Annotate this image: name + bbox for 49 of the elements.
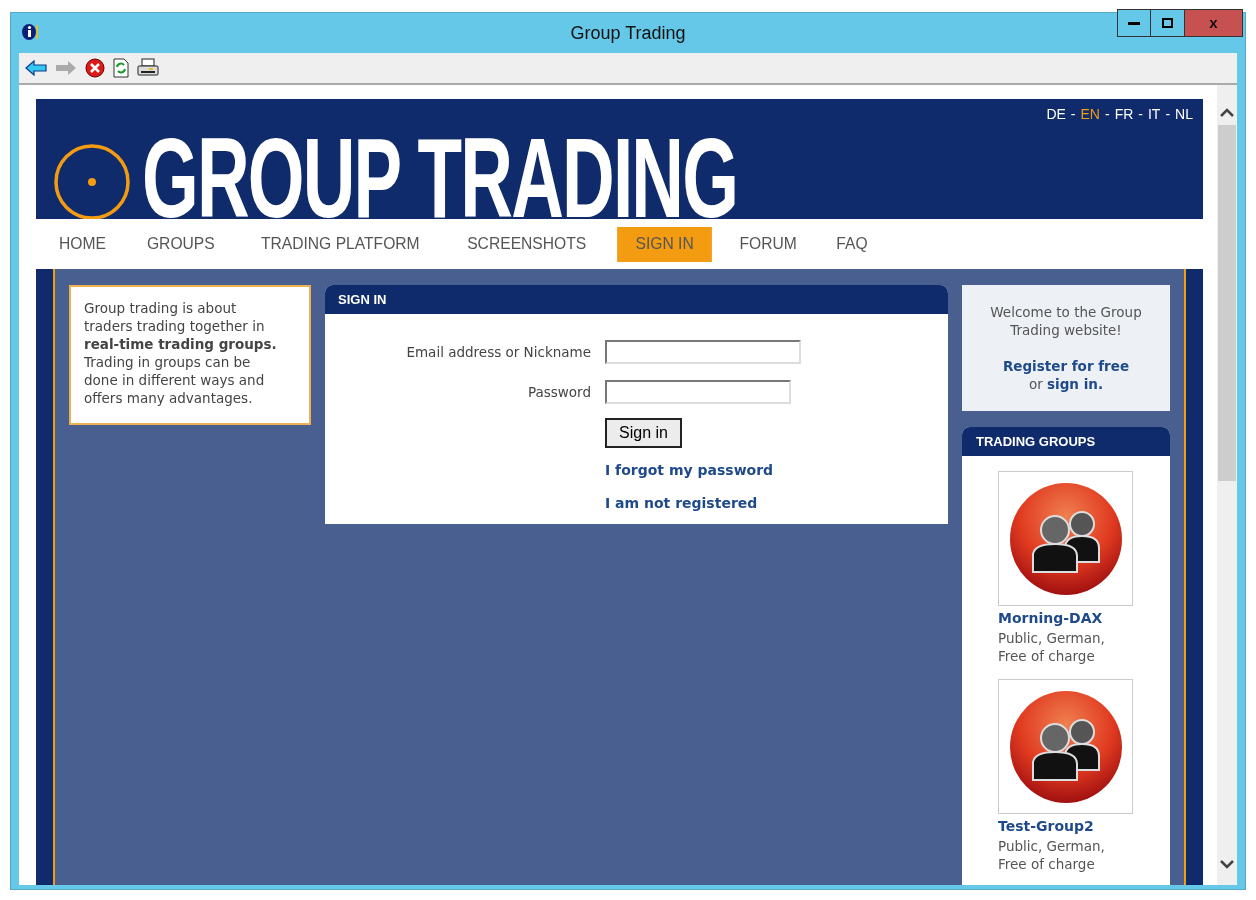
back-arrow-icon[interactable] xyxy=(25,60,47,76)
group-description: Public, German, Free of charge xyxy=(998,629,1106,665)
nav-tab[interactable]: GROUPS xyxy=(133,226,229,262)
refresh-icon[interactable] xyxy=(113,58,129,78)
field-label: Email address or Nickname xyxy=(405,342,591,362)
separator-text: - xyxy=(1138,105,1143,124)
group-link[interactable]: Morning-DAX xyxy=(998,608,1103,629)
nav-tab[interactable]: FAQ xyxy=(822,226,882,262)
close-button[interactable]: x xyxy=(1185,9,1243,37)
scroll-up-icon[interactable] xyxy=(1220,107,1234,117)
separator-text: - xyxy=(1070,105,1076,124)
separator-text: - xyxy=(1165,105,1171,124)
register-link[interactable]: Register for free xyxy=(970,357,1162,375)
input-field[interactable] xyxy=(605,380,791,404)
language-link[interactable]: EN xyxy=(1080,104,1100,125)
nav-tab[interactable]: HOME xyxy=(45,226,120,262)
nav-tab[interactable]: SCREENSHOTS xyxy=(453,226,601,262)
nav-tab[interactable]: FORUM xyxy=(725,226,811,262)
minimize-icon xyxy=(1128,21,1140,25)
window-title: Group Trading xyxy=(570,21,686,45)
printer-icon[interactable] xyxy=(137,58,159,78)
welcome-text: Welcome to the Group Trading website! xyxy=(989,303,1143,339)
group-description: Public, German, Free of charge xyxy=(998,837,1106,873)
nav-tab[interactable]: TRADING PLATFORM xyxy=(246,226,434,262)
scrollbar-thumb[interactable] xyxy=(1218,125,1236,481)
intro-paragraph: Group trading is about traders trading together in real-time trading groups. Trading in groups can be done in different ways and offers many advantages. xyxy=(84,299,278,407)
panel-header: TRADING GROUPS xyxy=(962,427,1170,456)
scroll-down-icon[interactable] xyxy=(1220,859,1234,869)
language-link[interactable]: NL xyxy=(1175,104,1193,125)
group-link[interactable]: Test-Group2 xyxy=(998,816,1094,837)
language-link[interactable]: FR xyxy=(1114,104,1134,125)
text-link[interactable]: I forgot my password xyxy=(605,460,774,481)
maximize-button[interactable] xyxy=(1151,9,1185,37)
maximize-icon xyxy=(1162,18,1173,28)
language-link[interactable]: DE xyxy=(1046,104,1066,125)
separator-text: - xyxy=(1104,105,1110,124)
stop-icon[interactable] xyxy=(85,58,105,78)
logo-text: GROUP TRADING xyxy=(142,121,738,219)
nav-tab[interactable]: SIGN IN xyxy=(616,226,712,262)
app-icon xyxy=(21,23,39,41)
minimize-button[interactable] xyxy=(1117,9,1151,37)
field-label: Password xyxy=(526,382,591,402)
sign-in-button[interactable]: Sign in xyxy=(605,418,682,448)
sign-in-link[interactable]: sign in. xyxy=(1047,376,1104,392)
panel-header: SIGN IN xyxy=(325,285,948,314)
or-text: or xyxy=(1028,376,1043,392)
language-link[interactable]: IT xyxy=(1147,104,1161,125)
text-link[interactable]: I am not registered xyxy=(605,493,758,514)
input-field[interactable] xyxy=(605,340,801,364)
